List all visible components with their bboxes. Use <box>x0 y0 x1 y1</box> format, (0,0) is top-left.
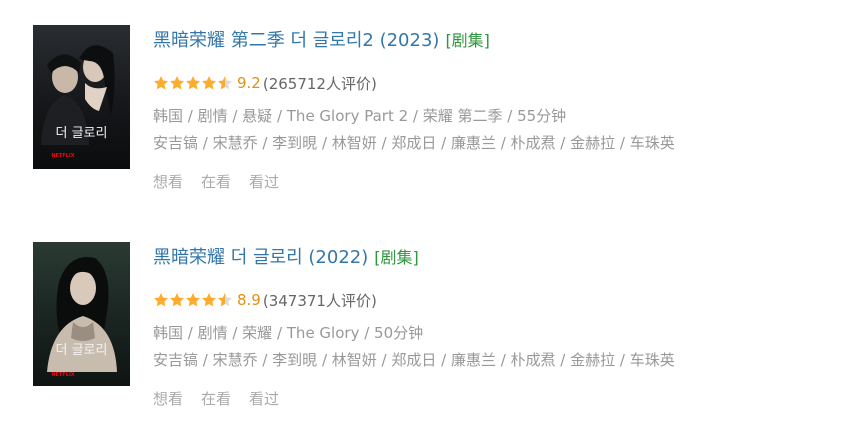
netflix-logo: NETFLIX <box>51 153 74 159</box>
watched-link[interactable]: 看过 <box>249 390 279 408</box>
action-links: 想看 在看 看过 <box>153 171 297 193</box>
star-full-icon <box>186 293 200 307</box>
rating-row: 9.2 (265712人评价) <box>153 72 377 94</box>
star-full-icon <box>154 293 168 307</box>
star-full-icon <box>154 76 168 90</box>
poster-title-text: 더 글로리 <box>56 126 108 141</box>
want-to-watch-link[interactable]: 想看 <box>153 390 183 408</box>
search-result: 더 글로리 NETFLIX 黑暗荣耀 第二季 더 글로리2 (2023) [剧集]… <box>33 25 833 205</box>
star-full-icon <box>202 76 216 90</box>
genre-meta: 韩国 / 剧情 / 荣耀 / The Glory / 50分钟 <box>153 324 424 342</box>
star-rating <box>153 75 233 91</box>
search-result: 더 글로리 NETFLIX 黑暗荣耀 더 글로리 (2022) [剧集] 8.9 … <box>33 242 833 422</box>
title-link[interactable]: 黑暗荣耀 더 글로리 (2022) <box>153 247 368 268</box>
title-row: 黑暗荣耀 더 글로리 (2022) [剧集] <box>153 246 419 270</box>
rating-row: 8.9 (347371人评价) <box>153 289 377 311</box>
cast-meta: 安吉镐 / 宋慧乔 / 李到晛 / 林智妍 / 郑成日 / 廉惠兰 / 朴成焄 … <box>153 351 675 369</box>
type-tag: [剧集] <box>374 248 419 267</box>
star-full-icon <box>202 293 216 307</box>
star-full-icon <box>170 76 184 90</box>
star-rating <box>153 292 233 308</box>
genre-meta: 韩国 / 剧情 / 悬疑 / The Glory Part 2 / 荣耀 第二季… <box>153 107 567 125</box>
want-to-watch-link[interactable]: 想看 <box>153 173 183 191</box>
star-half-icon <box>218 76 232 90</box>
rating-votes: (265712人评价) <box>262 74 377 93</box>
rating-score: 8.9 <box>237 291 261 309</box>
watching-link[interactable]: 在看 <box>201 173 231 191</box>
watched-link[interactable]: 看过 <box>249 173 279 191</box>
rating-score: 9.2 <box>237 74 261 92</box>
star-full-icon <box>186 76 200 90</box>
star-full-icon <box>170 293 184 307</box>
poster-title-text: 더 글로리 <box>56 343 108 358</box>
rating-votes: (347371人评价) <box>262 291 377 310</box>
type-tag: [剧集] <box>445 31 490 50</box>
watching-link[interactable]: 在看 <box>201 390 231 408</box>
netflix-logo: NETFLIX <box>51 372 74 378</box>
title-row: 黑暗荣耀 第二季 더 글로리2 (2023) [剧集] <box>153 29 490 53</box>
poster-image: 더 글로리 NETFLIX <box>33 242 130 386</box>
poster-image: 더 글로리 NETFLIX <box>33 25 130 169</box>
poster-thumbnail[interactable]: 더 글로리 NETFLIX <box>33 25 130 169</box>
cast-meta: 安吉镐 / 宋慧乔 / 李到晛 / 林智妍 / 郑成日 / 廉惠兰 / 朴成焄 … <box>153 134 675 152</box>
action-links: 想看 在看 看过 <box>153 388 297 410</box>
poster-thumbnail[interactable]: 더 글로리 NETFLIX <box>33 242 130 386</box>
title-link[interactable]: 黑暗荣耀 第二季 더 글로리2 (2023) <box>153 30 439 51</box>
star-half-icon <box>218 293 232 307</box>
